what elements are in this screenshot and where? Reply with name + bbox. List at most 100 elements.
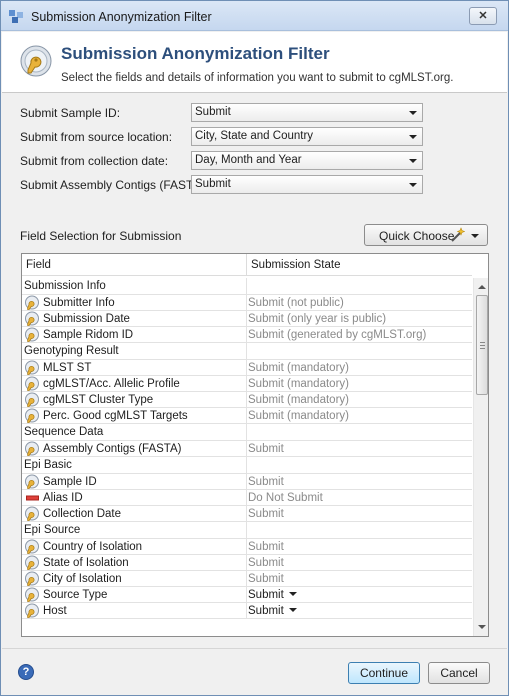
close-button[interactable]: ✕ xyxy=(469,7,497,25)
table-row[interactable]: MLST ST Submit (mandatory) xyxy=(22,360,472,376)
submission-state-cell[interactable]: Submit (not public) xyxy=(248,297,344,309)
quick-choose-button[interactable]: Quick Choose xyxy=(364,224,488,246)
key-field-icon xyxy=(24,539,40,554)
table-row[interactable]: State of Isolation Submit xyxy=(22,555,472,571)
key-field-icon xyxy=(24,555,40,570)
submission-state-cell[interactable]: Submit xyxy=(248,573,284,585)
key-field-icon xyxy=(24,603,40,618)
column-header-field[interactable]: Field xyxy=(26,259,51,271)
dialog-window: Submission Anonymization Filter ✕ Submis… xyxy=(0,0,509,696)
dialog-header: Submission Anonymization Filter Select t… xyxy=(2,32,507,93)
submission-state-value: Submit (mandatory) xyxy=(248,361,349,374)
column-divider xyxy=(246,457,247,473)
title-bar[interactable]: Submission Anonymization Filter ✕ xyxy=(1,1,508,31)
vertical-scrollbar[interactable] xyxy=(473,278,488,636)
category-row[interactable]: Submission Info xyxy=(22,278,472,295)
continue-button[interactable]: Continue xyxy=(348,662,420,684)
scroll-down-icon[interactable] xyxy=(478,625,486,629)
assembly-contigs-combo[interactable]: Submit xyxy=(191,175,423,194)
submission-state-cell[interactable]: Submit xyxy=(248,443,284,455)
key-field-icon xyxy=(24,441,40,456)
category-row[interactable]: Genotyping Result xyxy=(22,343,472,360)
table-row[interactable]: Submitter Info Submit (not public) xyxy=(22,295,472,311)
help-icon[interactable]: ? xyxy=(18,664,34,680)
submission-state-cell[interactable]: Submit xyxy=(248,476,284,488)
category-label: Genotyping Result xyxy=(24,345,119,357)
table-header: Field Submission State xyxy=(22,254,472,276)
magic-wand-icon xyxy=(451,227,465,242)
field-name: City of Isolation xyxy=(43,572,122,585)
column-divider xyxy=(246,506,247,521)
field-name: MLST ST xyxy=(43,361,92,374)
table-row[interactable]: Source Type Submit xyxy=(22,587,472,603)
submission-state-value: Submit xyxy=(248,442,284,455)
submission-state-cell[interactable]: Submit (mandatory) xyxy=(248,378,349,390)
chevron-down-icon xyxy=(409,111,417,115)
scroll-thumb[interactable] xyxy=(476,295,488,395)
grip-line xyxy=(480,342,485,343)
table-row[interactable]: Assembly Contigs (FASTA) Submit xyxy=(22,441,472,457)
submission-state-cell[interactable]: Do Not Submit xyxy=(248,492,323,504)
cancel-button[interactable]: Cancel xyxy=(428,662,490,684)
submission-state-cell[interactable]: Submit xyxy=(248,541,284,553)
column-divider xyxy=(246,376,247,391)
column-divider xyxy=(246,424,247,440)
column-divider xyxy=(246,441,247,456)
source-location-label: Submit from source location: xyxy=(20,130,173,144)
field-name: Alias ID xyxy=(43,491,83,504)
table-row[interactable]: Host Submit xyxy=(22,603,472,619)
field-name: Country of Isolation xyxy=(43,540,143,553)
source-location-combo[interactable]: City, State and Country xyxy=(191,127,423,146)
assembly-contigs-value: Submit xyxy=(195,178,231,190)
grip-line xyxy=(480,345,485,346)
column-divider xyxy=(246,254,247,276)
table-row[interactable]: Country of Isolation Submit xyxy=(22,539,472,555)
column-divider xyxy=(246,474,247,489)
submission-state-cell[interactable]: Submit xyxy=(248,605,297,617)
submission-state-cell[interactable]: Submit (generated by cgMLST.org) xyxy=(248,329,426,341)
submission-state-value: Submit xyxy=(248,604,284,617)
table-row[interactable]: Collection Date Submit xyxy=(22,506,472,522)
field-name: Source Type xyxy=(43,588,108,601)
key-field-icon xyxy=(24,474,40,489)
submission-state-cell[interactable]: Submit xyxy=(248,589,297,601)
key-field-icon xyxy=(24,392,40,407)
submission-state-value: Submit (mandatory) xyxy=(248,377,349,390)
category-row[interactable]: Sequence Data xyxy=(22,424,472,441)
submit-sample-id-combo[interactable]: Submit xyxy=(191,103,423,122)
table-row[interactable]: cgMLST Cluster Type Submit (mandatory) xyxy=(22,392,472,408)
field-selection-label: Field Selection for Submission xyxy=(20,229,182,243)
submission-state-cell[interactable]: Submit (only year is public) xyxy=(248,313,386,325)
table-row[interactable]: Sample ID Submit xyxy=(22,474,472,490)
key-field-icon xyxy=(24,295,40,310)
submission-state-value: Submit xyxy=(248,540,284,553)
table-row[interactable]: Sample Ridom ID Submit (generated by cgML… xyxy=(22,327,472,343)
collection-date-label: Submit from collection date: xyxy=(20,154,169,168)
category-row[interactable]: Epi Basic xyxy=(22,457,472,474)
close-icon: ✕ xyxy=(478,10,488,22)
field-name: State of Isolation xyxy=(43,556,129,569)
submission-state-cell[interactable]: Submit (mandatory) xyxy=(248,394,349,406)
submission-state-cell[interactable]: Submit xyxy=(248,557,284,569)
submission-state-cell[interactable]: Submit xyxy=(248,508,284,520)
column-divider xyxy=(246,360,247,375)
submission-state-cell[interactable]: Submit (mandatory) xyxy=(248,410,349,422)
assembly-contigs-label: Submit Assembly Contigs (FASTA): xyxy=(20,178,208,192)
table-row[interactable]: Submission Date Submit (only year is publ… xyxy=(22,311,472,327)
column-header-state[interactable]: Submission State xyxy=(251,259,341,271)
table-row[interactable]: Perc. Good cgMLST Targets Submit (mandato… xyxy=(22,408,472,424)
field-name: Submitter Info xyxy=(43,296,115,309)
table-row[interactable]: Alias ID Do Not Submit xyxy=(22,490,472,506)
category-row[interactable]: Epi Source xyxy=(22,522,472,539)
category-label: Epi Basic xyxy=(24,459,72,471)
table-row[interactable]: City of Isolation Submit xyxy=(22,571,472,587)
submission-state-cell[interactable]: Submit (mandatory) xyxy=(248,362,349,374)
table-row[interactable]: cgMLST/Acc. Allelic Profile Submit (manda… xyxy=(22,376,472,392)
column-divider xyxy=(246,522,247,538)
field-name: cgMLST Cluster Type xyxy=(43,393,154,406)
collection-date-combo[interactable]: Day, Month and Year xyxy=(191,151,423,170)
key-field-icon xyxy=(24,408,40,423)
column-divider xyxy=(246,539,247,554)
scroll-up-icon[interactable] xyxy=(478,285,486,289)
field-name: cgMLST/Acc. Allelic Profile xyxy=(43,377,180,390)
